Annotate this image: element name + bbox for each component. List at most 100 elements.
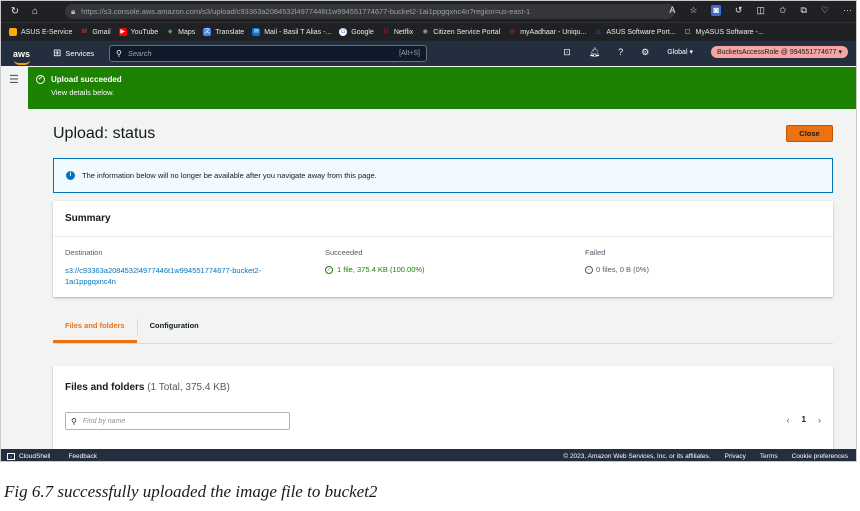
info-alert: i The information below will no longer b… [53,158,833,193]
failed-column: Failed – 0 files, 0 B (0%) [585,248,649,274]
hamburger-menu-icon[interactable]: ☰ [9,73,19,86]
read-aloud-icon[interactable]: A [669,5,675,16]
bookmark-label: myAadhaar - Uniqu... [520,28,587,36]
succeeded-label: Succeeded [325,248,363,257]
help-icon[interactable]: ? [618,47,623,57]
bookmark-myaadhaar[interactable]: ◎ myAadhaar - Uniqu... [508,28,587,36]
search-icon: ⚲ [116,49,122,58]
privacy-link[interactable]: Privacy [725,453,746,460]
footer-right: © 2023, Amazon Web Services, Inc. or its… [563,453,848,460]
bookmark-youtube[interactable]: ▶ YouTube [118,28,158,36]
feedback-link[interactable]: Feedback [68,453,97,460]
collections-icon[interactable]: ⧉ [800,5,806,16]
find-placeholder: Find by name [82,417,126,425]
destination-column: Destination s3://c93363a2084532l4977446t… [65,248,261,287]
cloudshell-link[interactable]: › CloudShell [7,452,51,460]
split-screen-icon[interactable]: ◫ [756,5,765,16]
screenshot-frame: ↻ ⌂ 🔒︎ https://s3.console.aws.amazon.com… [0,0,857,462]
bookmark-gmail[interactable]: M Gmail [80,28,111,36]
tab-files-and-folders[interactable]: Files and folders [53,310,137,343]
bookmark-mail[interactable]: ✉ Mail - Basil T Alias -... [252,28,331,36]
current-page-number[interactable]: 1 [802,415,806,425]
succeeded-value: 1 file, 375.4 KB (100.00%) [337,265,425,274]
search-input[interactable]: ⚲ Search [Alt+S] [109,45,427,62]
favorites-icon[interactable]: ✩ [779,5,787,16]
cloudshell-icon[interactable]: ⊡ [563,47,571,58]
check-circle-icon: ✓ [36,75,45,84]
refresh-icon[interactable]: ↻ [9,6,21,17]
destination-label: Destination [65,248,103,257]
failed-status: – 0 files, 0 B (0%) [585,265,649,274]
account-role-menu[interactable]: BucketsAccessRole @ 994551774677 ▾ [710,46,848,58]
terms-link[interactable]: Terms [760,453,778,460]
console-footer: › CloudShell Feedback © 2023, Amazon Web… [1,449,856,461]
extension-icon[interactable]: ◙ [711,5,721,16]
bookmark-netflix[interactable]: N Netflix [382,28,414,36]
maps-icon: ◆ [167,29,173,35]
destination-line-1: s3://c93363a2084532l4977446t1w9945517746… [65,266,261,275]
summary-heading: Summary [53,201,833,237]
files-heading-title: Files and folders [65,382,145,393]
services-menu[interactable]: Services [65,49,94,58]
destination-line-2: 1ai1ppgqxnc4n [65,277,116,286]
pagination: ‹ 1 › [787,415,821,425]
settings-gear-icon[interactable]: ⚙ [641,47,649,58]
succeeded-status: ✓ 1 file, 375.4 KB (100.00%) [325,265,425,274]
cookie-preferences-link[interactable]: Cookie preferences [792,453,848,460]
bookmark-myasus[interactable]: ▢ MyASUS Software -... [684,28,764,36]
folder-icon [9,28,17,36]
google-icon: G [339,28,348,36]
main-content: Upload: status Close i The information b… [28,109,856,461]
refresh-page-icon[interactable]: ↺ [735,5,743,16]
aws-logo[interactable]: aws [13,49,35,65]
success-flashbar: ✓ Upload succeeded View details below. [28,67,856,109]
home-icon[interactable]: ⌂ [29,6,41,17]
globe-icon: ◉ [422,29,428,35]
outlook-icon: ✉ [252,28,261,36]
banner-title: Upload succeeded [51,75,122,84]
heart-icon[interactable]: ♡ [821,5,829,16]
notifications-bell-icon[interactable]: 🔔︎ [589,47,600,58]
page-icon: ▢ [684,29,691,35]
bookmark-google[interactable]: G Google [339,28,374,36]
cloudshell-label: CloudShell [19,452,51,460]
more-menu-icon[interactable]: ··· [843,5,852,16]
copyright-text: © 2023, Amazon Web Services, Inc. or its… [563,452,711,460]
search-shortcut: [Alt+S] [399,50,420,57]
summary-panel: Summary Destination s3://c93363a2084532l… [53,201,833,297]
services-grid-icon[interactable]: ⊞ [53,48,61,59]
bookmark-asus-portal[interactable]: △ ASUS Software Port... [594,28,676,36]
address-bar[interactable]: 🔒︎ https://s3.console.aws.amazon.com/s3/… [65,4,675,19]
bookmark-label: ASUS Software Port... [606,28,676,36]
aws-top-nav: aws ⊞ Services ⚲ Search [Alt+S] ⊡ 🔔︎ ? ⚙… [1,41,856,66]
bookmark-translate[interactable]: 文 Translate [203,28,244,36]
figure-caption: Fig 6.7 successfully uploaded the image … [4,482,378,501]
gmail-icon: M [81,29,87,35]
tab-bar: Files and folders Configuration [53,310,833,344]
bookmark-label: Google [351,28,374,36]
info-icon: i [66,171,75,180]
previous-page-icon[interactable]: ‹ [787,415,790,425]
files-heading: Files and folders (1 Total, 375.4 KB) [65,382,230,393]
bookmark-citizen-portal[interactable]: ◉ Citizen Service Portal [421,28,501,36]
bookmark-label: Maps [178,28,196,36]
bookmarks-bar: ASUS E-Service M Gmail ▶ YouTube ◆ Maps 文 Tr… [1,22,856,41]
bookmark-folder[interactable]: ASUS E-Service [9,28,72,36]
url-text: https://s3.console.aws.amazon.com/s3/upl… [81,7,531,16]
asus-icon: △ [596,29,601,35]
browser-actions: A ☆ ◙ ↺ ◫ ✩ ⧉ ♡ ··· [669,5,852,16]
bookmark-maps[interactable]: ◆ Maps [166,28,195,36]
lock-icon: 🔒︎ [71,6,76,16]
banner-subtitle: View details below. [51,88,115,97]
next-page-icon[interactable]: › [818,415,821,425]
find-by-name-input[interactable]: ⚲ Find by name [65,412,290,430]
bookmark-label: Mail - Basil T Alias -... [264,28,332,36]
bookmark-label: Netflix [393,28,414,36]
favorite-star-icon[interactable]: ☆ [689,5,697,16]
region-selector[interactable]: Global ▾ [667,48,693,56]
close-button[interactable]: Close [786,125,833,142]
tab-configuration[interactable]: Configuration [138,310,211,343]
youtube-icon: ▶ [118,28,127,36]
destination-link[interactable]: s3://c93363a2084532l4977446t1w9945517746… [65,265,261,287]
browser-toolbar: ↻ ⌂ 🔒︎ https://s3.console.aws.amazon.com… [1,1,856,22]
